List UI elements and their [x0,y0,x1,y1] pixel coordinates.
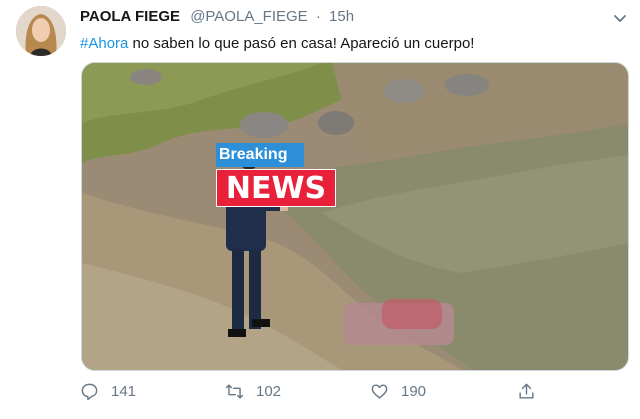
tweet-actions: 141 102 190 [80,380,620,402]
retweet-button[interactable]: 102 [225,380,281,402]
author-handle[interactable]: @PAOLA_FIEGE [190,8,308,25]
tweet-text: #Ahora no saben lo que pasó en casa! Apa… [80,35,474,52]
breaking-label: Breaking [216,143,304,167]
avatar[interactable] [16,6,66,56]
share-icon [519,383,534,399]
reply-icon [81,383,98,400]
reply-count: 141 [111,382,137,400]
retweet-icon [225,383,244,399]
share-button[interactable] [517,380,548,402]
like-button[interactable]: 190 [370,380,426,402]
tweet-timestamp[interactable]: 15h [329,8,354,25]
like-count: 190 [401,382,427,400]
news-label: NEWS [216,169,336,207]
reply-button[interactable]: 141 [80,380,136,402]
like-icon [371,383,388,399]
author-name[interactable]: PAOLA FIEGE [80,8,180,25]
tweet-media-photo[interactable] [81,62,629,371]
tweet-header: PAOLA FIEGE @PAOLA_FIEGE · 15h [80,8,354,25]
photo-scene [82,63,628,370]
chevron-down-icon[interactable] [612,10,628,26]
retweet-count: 102 [256,382,282,400]
tweet[interactable]: PAOLA FIEGE @PAOLA_FIEGE · 15h #Ahora no… [0,0,640,419]
separator-dot: · [315,8,321,25]
hashtag-link[interactable]: #Ahora [80,35,128,52]
tweet-body: no saben lo que pasó en casa! Apareció u… [128,35,475,52]
